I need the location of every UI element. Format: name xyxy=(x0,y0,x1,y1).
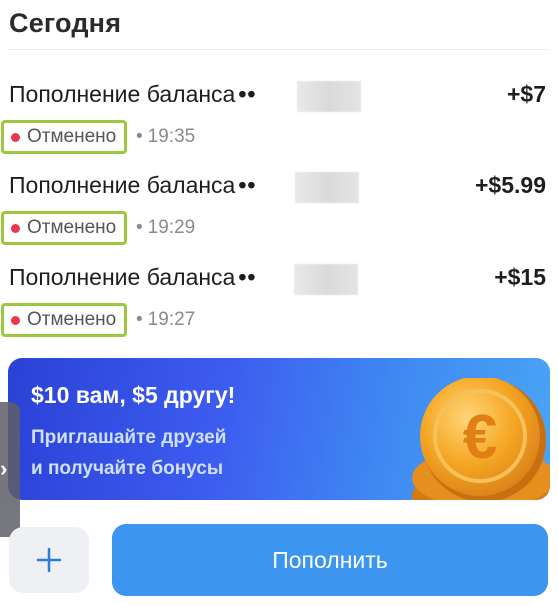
transaction-row[interactable]: Пополнение баланса•• +$5.99 Отменено 19:… xyxy=(0,172,558,256)
transaction-time: 19:27 xyxy=(136,309,196,331)
transaction-title: Пополнение баланса xyxy=(9,172,236,198)
status-badge: Отменено xyxy=(1,303,128,337)
banner-subtitle: Приглашайте друзей и получайте бонусы xyxy=(31,422,291,484)
transaction-title: Пополнение баланса xyxy=(9,81,236,107)
topup-button-label: Пополнить xyxy=(272,546,388,573)
transaction-row[interactable]: Пополнение баланса•• +$15 Отменено 19:27 xyxy=(0,264,558,348)
section-title-today: Сегодня xyxy=(9,8,122,38)
redacted-account-mask xyxy=(295,172,359,203)
coin-symbol: € xyxy=(463,403,497,472)
status-badge: Отменено xyxy=(1,211,128,245)
add-button[interactable] xyxy=(9,527,89,593)
transaction-time: 19:35 xyxy=(136,126,196,148)
status-text: Отменено xyxy=(27,126,117,147)
masked-card-dots: •• xyxy=(238,81,257,107)
referral-banner[interactable]: $10 вам, $5 другу! Приглашайте друзей и … xyxy=(8,358,550,500)
redacted-account-mask xyxy=(294,264,358,295)
transaction-title: Пополнение баланса xyxy=(9,264,236,290)
masked-card-dots: •• xyxy=(238,172,257,198)
transaction-amount: +$15 xyxy=(494,264,546,290)
banner-subtitle-line: Приглашайте друзей xyxy=(31,427,227,448)
plus-icon xyxy=(36,547,62,573)
status-dot-icon xyxy=(11,315,20,325)
status-text: Отменено xyxy=(27,217,117,238)
chevron-right-icon: › xyxy=(0,456,8,481)
transaction-amount: +$7 xyxy=(506,81,546,107)
transaction-amount: +$5.99 xyxy=(475,172,546,198)
topup-button[interactable]: Пополнить xyxy=(112,524,548,596)
masked-card-dots: •• xyxy=(238,264,257,290)
status-text: Отменено xyxy=(27,309,117,330)
banner-subtitle-line: и получайте бонусы xyxy=(31,458,224,479)
euro-coin-icon: € xyxy=(412,378,550,500)
banner-title: $10 вам, $5 другу! xyxy=(31,382,236,408)
side-handle[interactable]: › xyxy=(0,402,20,537)
redacted-account-mask xyxy=(297,81,361,112)
transaction-time: 19:29 xyxy=(136,217,196,239)
status-badge: Отменено xyxy=(1,120,128,154)
transaction-row[interactable]: Пополнение баланса•• +$7 Отменено 19:35 xyxy=(0,81,558,165)
status-dot-icon xyxy=(11,132,20,142)
status-dot-icon xyxy=(11,223,20,233)
divider xyxy=(9,49,548,50)
